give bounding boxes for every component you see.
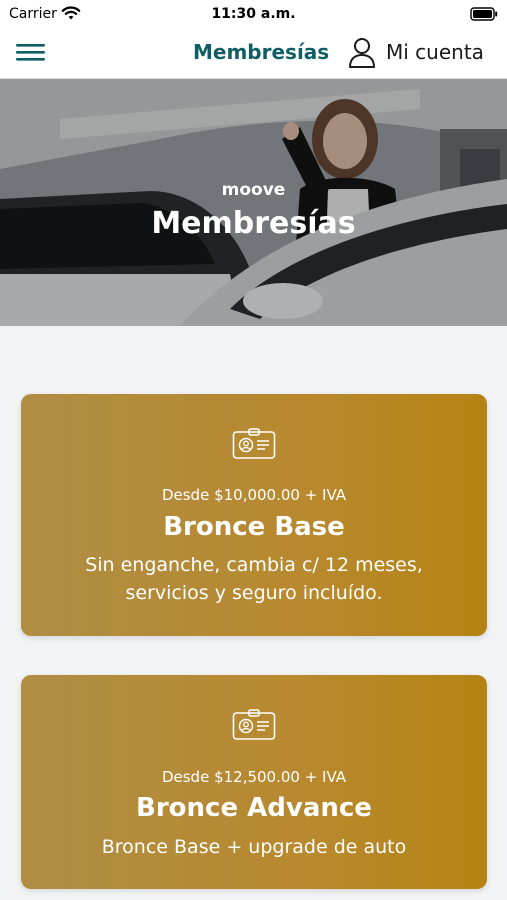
- hero-overlay: [0, 79, 507, 326]
- hero-title: Membresías: [151, 206, 356, 241]
- membership-description: Sin enganche, cambia c/ 12 meses, servic…: [85, 554, 423, 604]
- membership-price: Desde $12,500.00 + IVA: [161, 768, 347, 786]
- id-card-icon: [232, 428, 276, 459]
- membership-card-bronce-base[interactable]: Desde $10,000.00 + IVA Bronce Base Sin e…: [21, 394, 487, 636]
- page-title: Membresías: [193, 40, 330, 64]
- membership-price: Desde $10,000.00 + IVA: [161, 486, 347, 504]
- membership-card-bronce-advance[interactable]: Desde $12,500.00 + IVA Bronce Advance Br…: [21, 675, 487, 889]
- id-card-icon: [232, 709, 276, 740]
- hero-brand: moove: [221, 180, 286, 200]
- hamburger-menu-icon[interactable]: [16, 40, 46, 64]
- battery-icon: [470, 7, 498, 21]
- navigation-bar: Membresías Mi cuenta: [0, 28, 507, 79]
- membership-name: Bronce Base: [163, 512, 345, 542]
- user-icon: [349, 38, 375, 68]
- membership-name: Bronce Advance: [136, 793, 372, 823]
- status-time: 11:30 a.m.: [211, 6, 296, 22]
- membership-description: Bronce Base + upgrade de auto: [101, 836, 407, 858]
- status-bar: Carrier 11:30 a.m.: [0, 0, 507, 28]
- my-account-label: Mi cuenta: [386, 40, 484, 64]
- hero-banner: moove Membresías: [0, 79, 507, 326]
